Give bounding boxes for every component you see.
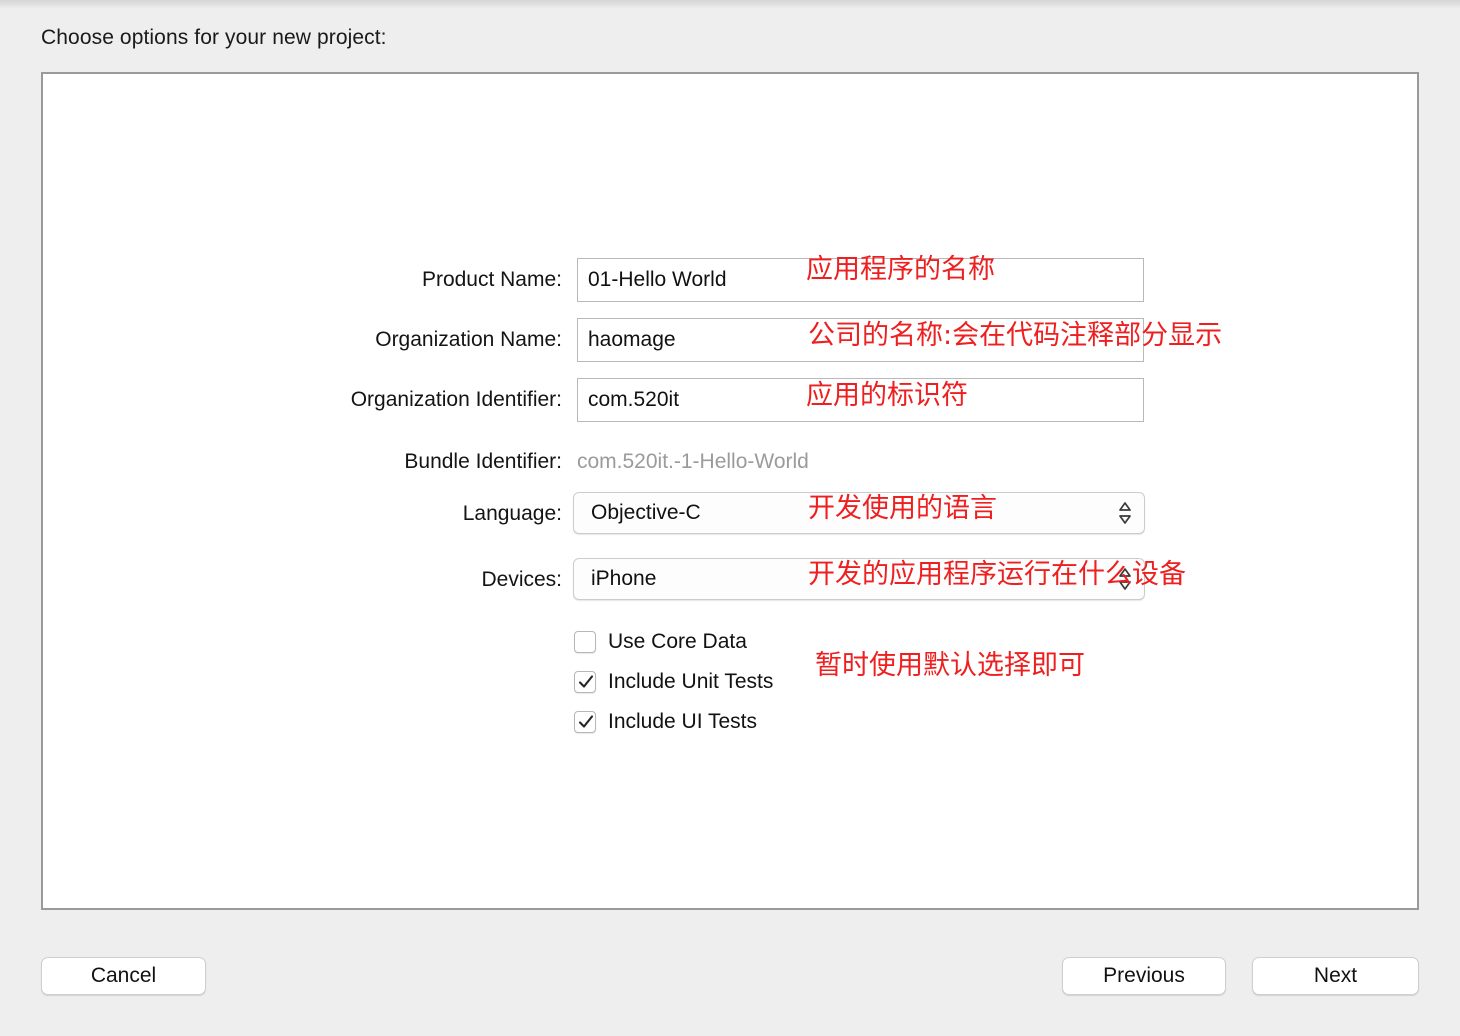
- form-row-product-name: Product Name: 01-Hello World: [43, 258, 1421, 302]
- project-options-panel: Product Name: 01-Hello World Organizatio…: [41, 72, 1419, 910]
- form-row-language: Language: Objective-C: [43, 492, 1421, 536]
- page-title: Choose options for your new project:: [41, 26, 387, 49]
- bundle-identifier-label: Bundle Identifier:: [404, 450, 562, 473]
- language-label: Language:: [462, 502, 562, 525]
- form-row-bundle-identifier: Bundle Identifier: com.520it.-1-Hello-Wo…: [43, 440, 1421, 484]
- chevron-up-down-icon[interactable]: [1118, 500, 1132, 526]
- window-top-strip: [0, 0, 1460, 9]
- checkbox-label: Include UI Tests: [608, 710, 758, 733]
- language-select-value: Objective-C: [591, 501, 701, 524]
- checkbox-box[interactable]: [574, 671, 596, 693]
- organization-identifier-input[interactable]: com.520it: [577, 378, 1144, 422]
- form-row-organization-identifier: Organization Identifier: com.520it: [43, 378, 1421, 422]
- checkbox-label: Use Core Data: [608, 630, 747, 653]
- check-icon: [578, 675, 594, 688]
- organization-name-label: Organization Name:: [375, 328, 562, 351]
- bundle-identifier-value: com.520it.-1-Hello-World: [577, 450, 809, 473]
- chevron-up-down-icon[interactable]: [1118, 566, 1132, 592]
- check-icon: [578, 715, 594, 728]
- language-select[interactable]: Objective-C: [573, 492, 1145, 534]
- devices-label: Devices:: [481, 568, 562, 591]
- devices-select[interactable]: iPhone: [573, 558, 1145, 600]
- product-name-input[interactable]: 01-Hello World: [577, 258, 1144, 302]
- checkbox-box[interactable]: [574, 631, 596, 653]
- organization-identifier-label: Organization Identifier:: [350, 388, 562, 411]
- form-row-devices: Devices: iPhone: [43, 558, 1421, 602]
- organization-name-input[interactable]: haomage: [577, 318, 1144, 362]
- product-name-label: Product Name:: [421, 268, 562, 291]
- form-row-organization-name: Organization Name: haomage: [43, 318, 1421, 362]
- devices-select-value: iPhone: [591, 567, 657, 590]
- previous-button[interactable]: Previous: [1062, 957, 1226, 995]
- next-button[interactable]: Next: [1252, 957, 1419, 995]
- checkbox-label: Include Unit Tests: [608, 670, 774, 693]
- checkbox-box[interactable]: [574, 711, 596, 733]
- cancel-button[interactable]: Cancel: [41, 957, 206, 995]
